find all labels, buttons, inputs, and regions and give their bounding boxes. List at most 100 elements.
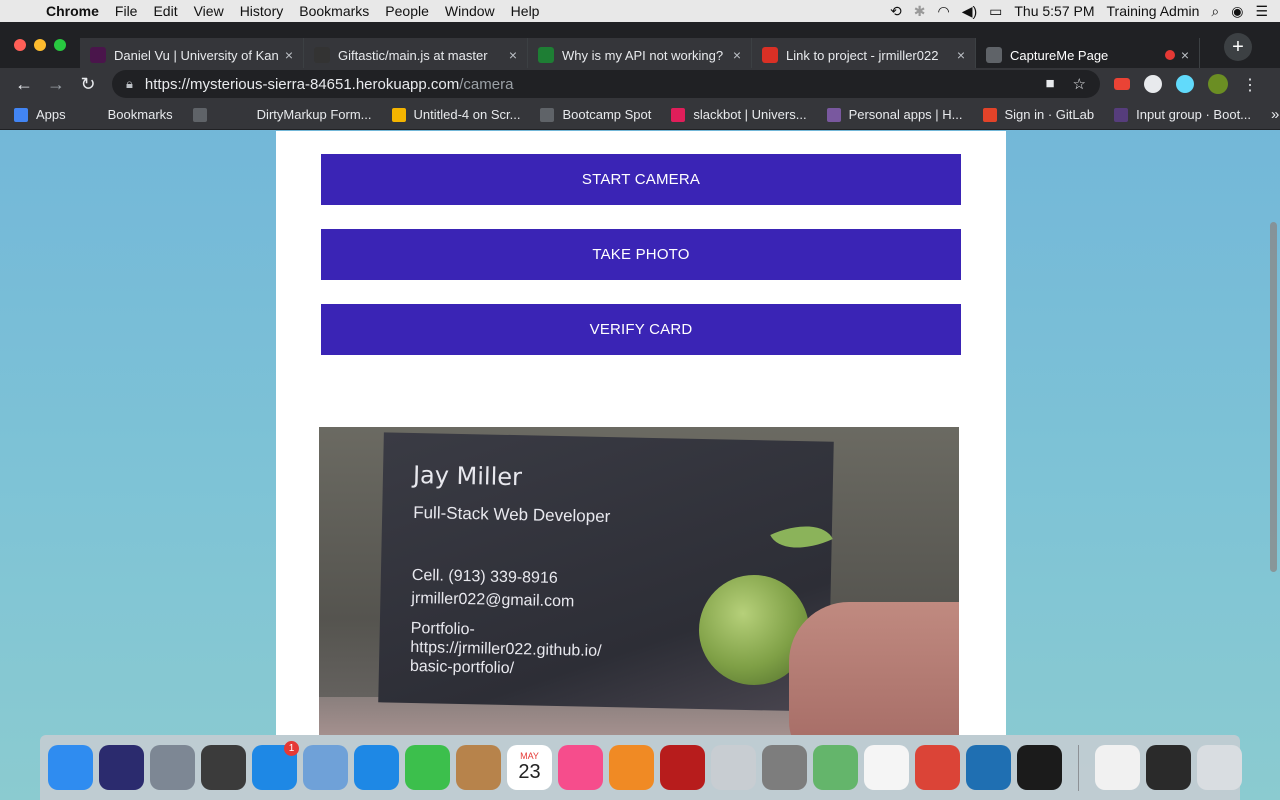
url-path: /camera [459,75,514,93]
browser-tab[interactable]: Link to project - jrmiller022 × [752,38,976,72]
zoom-window-icon[interactable] [54,39,66,51]
itunes-icon[interactable] [558,745,603,790]
github-icon [314,47,330,63]
bookmark-star-icon[interactable]: ☆ [1073,75,1086,93]
photos-icon[interactable] [864,745,909,790]
bootstrap-icon [1114,107,1129,122]
chrome-menu-icon[interactable]: ⋮ [1242,75,1258,94]
bookmark-item[interactable]: Bookmarks [85,107,173,122]
start-camera-button[interactable]: START CAMERA [321,154,961,205]
bookmark-item[interactable]: slackbot | Univers... [671,107,807,122]
bookmark-item[interactable]: Bootcamp Spot [540,107,651,122]
minimize-window-icon[interactable] [34,39,46,51]
dashboard-icon[interactable] [201,745,246,790]
browser-tab[interactable]: Why is my API not working? × [528,38,752,72]
close-tab-icon[interactable]: × [957,47,965,63]
bookmark-label: DirtyMarkup Form... [256,107,372,122]
close-tab-icon[interactable]: × [509,47,517,63]
chrome-icon[interactable] [915,745,960,790]
menu-window[interactable]: Window [437,3,503,19]
macos-dock: 1 MAY 23 [40,735,1242,800]
bookmark-item[interactable]: DirtyMarkup Form... [234,107,372,122]
menu-file[interactable]: File [107,3,146,19]
apps-grid-icon [14,107,28,122]
macos-menu-bar: Chrome File Edit View History Bookmarks … [0,0,1280,22]
recording-indicator-icon [1164,50,1175,60]
close-window-icon[interactable] [14,39,26,51]
battery-icon[interactable]: ▭ [989,3,1002,20]
volume-icon[interactable]: ◀) [962,3,977,20]
menu-app-name[interactable]: Chrome [44,3,107,19]
finder-icon[interactable] [48,745,93,790]
forward-arrow-icon[interactable]: → [40,70,72,98]
extensions-area: ⋮ [1114,74,1258,94]
mail-icon[interactable] [303,745,348,790]
profile-avatar-icon[interactable] [1208,74,1228,94]
bluetooth-icon[interactable]: ✱ [914,3,926,20]
tab-title: Giftastic/main.js at master [338,47,488,63]
bookmark-label: slackbot | Univers... [693,107,807,122]
camera-in-use-icon[interactable]: ■ [1045,75,1054,93]
siri-menu-icon[interactable]: ◉ [1231,3,1243,20]
ibooks-icon[interactable] [609,745,654,790]
more-bookmarks-icon[interactable]: » [1271,106,1279,123]
user-name-text[interactable]: Training Admin [1107,3,1200,19]
browser-tab[interactable]: Giftastic/main.js at master × [304,38,528,72]
bookmark-item[interactable] [192,107,215,122]
close-tab-icon[interactable]: × [733,47,741,63]
menu-people[interactable]: People [377,3,437,19]
address-bar[interactable]: 🔒︎ https://mysterious-sierra-84651.herok… [112,70,1100,98]
menu-view[interactable]: View [186,3,232,19]
clock-text[interactable]: Thu 5:57 PM [1014,3,1094,19]
extension-face-icon[interactable] [1144,75,1162,93]
spotlight-search-icon[interactable]: ⌕ [1211,3,1219,20]
bookmark-item[interactable]: Sign in · GitLab [982,107,1094,122]
bookmark-item[interactable]: Untitled-4 on Scr... [391,107,520,122]
calendar-day: 23 [518,761,541,783]
wifi-icon[interactable]: ◠ [937,3,949,20]
globe-icon [540,107,555,122]
system-preferences-icon[interactable] [762,745,807,790]
bookmark-item[interactable]: Apps [14,107,66,122]
react-devtools-icon[interactable] [1176,75,1194,93]
lock-icon[interactable]: 🔒︎ [126,76,133,92]
document-icon[interactable] [1095,745,1140,790]
app-store-icon[interactable]: 1 [252,741,299,790]
contacts-icon[interactable] [456,745,501,790]
page-scrollbar[interactable] [1270,222,1277,572]
photo-booth-icon[interactable] [660,745,705,790]
back-arrow-icon[interactable]: ← [8,70,40,98]
gitlab-icon [982,107,997,122]
time-machine-icon[interactable]: ⟲ [890,3,902,20]
bookmark-item[interactable]: Personal apps | H... [826,107,963,122]
menu-help[interactable]: Help [503,3,548,19]
browser-tab[interactable]: CaptureMe Page × [976,38,1200,72]
menu-history[interactable]: History [232,3,292,19]
reload-icon[interactable]: ↻ [72,70,104,98]
safari-icon[interactable] [354,745,399,790]
extension-arrow-icon[interactable] [1114,78,1130,90]
help-icon[interactable] [711,745,756,790]
bookmark-label: Bookmarks [107,107,173,122]
maps-icon[interactable] [813,745,858,790]
new-tab-button[interactable]: + [1224,33,1252,61]
trash-icon[interactable] [1197,745,1242,790]
take-photo-button[interactable]: TAKE PHOTO [321,229,961,280]
notification-center-icon[interactable]: ☰ [1255,3,1268,20]
browser-tab[interactable]: Daniel Vu | University of Kan × [80,38,304,72]
vscode-icon[interactable] [966,745,1011,790]
capture-page-container: START CAMERA TAKE PHOTO VERIFY CARD Jay … [276,131,1006,735]
menu-bookmarks[interactable]: Bookmarks [291,3,377,19]
screenshot-icon[interactable] [1146,745,1191,790]
facetime-icon[interactable] [405,745,450,790]
verify-card-button[interactable]: VERIFY CARD [321,304,961,355]
close-tab-icon[interactable]: × [1181,47,1189,63]
card-name: Jay Miller [412,460,523,492]
terminal-icon[interactable] [1017,745,1062,790]
close-tab-icon[interactable]: × [285,47,293,63]
calendar-icon[interactable]: MAY 23 [507,745,552,790]
launchpad-icon[interactable] [150,745,195,790]
menu-edit[interactable]: Edit [145,3,185,19]
siri-icon[interactable] [99,745,144,790]
bookmark-item[interactable]: Input group · Boot... [1114,107,1251,122]
